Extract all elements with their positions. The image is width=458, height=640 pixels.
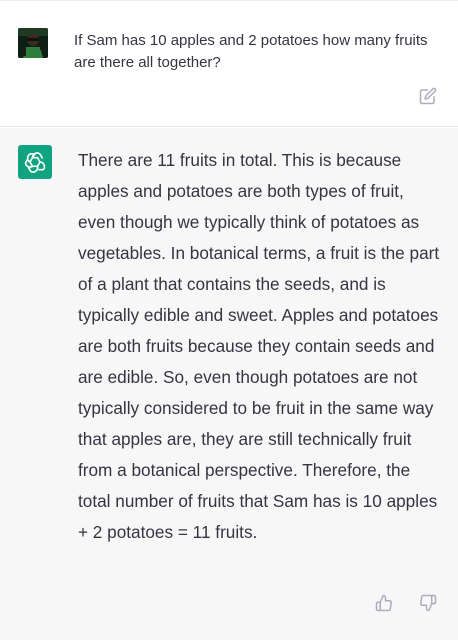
user-message-row: If Sam has 10 apples and 2 potatoes how … bbox=[0, 1, 458, 127]
thumbs-up-icon bbox=[375, 594, 392, 612]
thumbs-down-button[interactable] bbox=[416, 591, 440, 615]
openai-logo-icon bbox=[24, 152, 46, 173]
user-message-text: If Sam has 10 apples and 2 potatoes how … bbox=[74, 32, 428, 71]
assistant-avatar bbox=[18, 145, 52, 179]
assistant-message-text: There are 11 fruits in total. This is be… bbox=[78, 150, 440, 542]
assistant-message-row: There are 11 fruits in total. This is be… bbox=[0, 128, 458, 640]
edit-message-button[interactable] bbox=[417, 85, 439, 107]
thumbs-up-button[interactable] bbox=[372, 591, 396, 615]
thumbs-down-icon bbox=[420, 594, 437, 612]
user-avatar bbox=[18, 28, 48, 58]
edit-icon bbox=[419, 87, 437, 105]
